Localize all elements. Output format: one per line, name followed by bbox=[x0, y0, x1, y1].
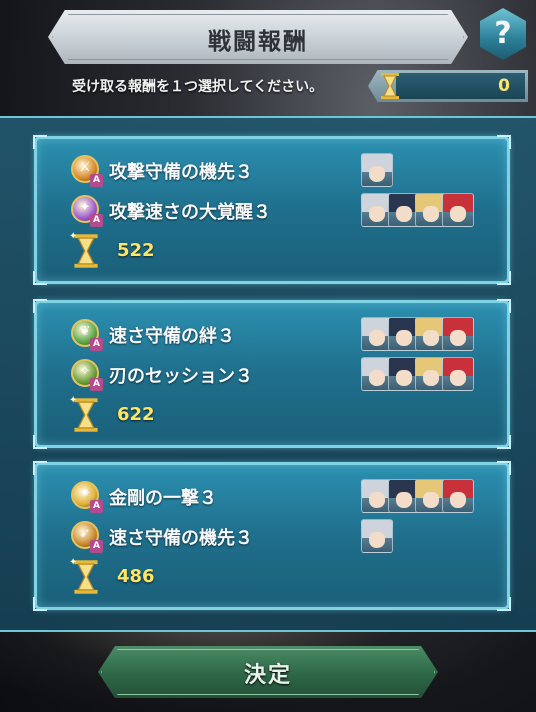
hero-portrait bbox=[442, 479, 474, 513]
skill-speed-defense-bond-icon: ❦ A bbox=[71, 319, 103, 351]
feather-reward: ✦ 486 bbox=[69, 557, 271, 595]
card-corner-ornament bbox=[497, 461, 511, 475]
hero-portrait bbox=[361, 519, 393, 553]
skill-name: 金剛の一撃３ bbox=[109, 488, 217, 509]
skill-slot-badge: A bbox=[90, 500, 103, 513]
skill-row: ➹ A 速さ守備の機先３ bbox=[71, 519, 491, 553]
help-button[interactable]: ? bbox=[480, 8, 526, 60]
counter-value: 0 bbox=[498, 76, 510, 96]
card-corner-ornament bbox=[497, 271, 511, 285]
skill-row: ⚔ A 攻撃守備の機先３ bbox=[71, 153, 491, 187]
card-corner-ornament bbox=[497, 299, 511, 313]
skill-armored-blow-icon: ✷ A bbox=[71, 481, 103, 513]
decide-label: 決定 bbox=[243, 663, 292, 688]
card-corner-ornament bbox=[497, 597, 511, 611]
feather-amount: 486 bbox=[117, 566, 155, 587]
feather-reward: ✦ 522 bbox=[69, 231, 271, 269]
card-corner-ornament bbox=[497, 135, 511, 149]
skill-attack-defense-icon: ⚔ A bbox=[71, 155, 103, 187]
hero-portrait bbox=[442, 317, 474, 351]
skill-attack-speed-awakening-icon: ✦ A bbox=[71, 195, 103, 227]
hero-portrait bbox=[442, 357, 474, 391]
skill-slot-badge: A bbox=[90, 338, 103, 351]
reward-card[interactable]: ✷ A 金剛の一撃３ ➹ A 速さ守備の機先３ ✦ 486 bbox=[33, 461, 511, 611]
help-icon: ? bbox=[494, 16, 512, 51]
sparkle-icon: ✦ bbox=[69, 231, 78, 242]
hourglass-icon: ✦ bbox=[69, 231, 99, 273]
card-corner-ornament bbox=[497, 435, 511, 449]
card-corner-ornament bbox=[33, 135, 47, 149]
skill-name: 攻撃速さの大覚醒３ bbox=[109, 202, 271, 223]
skill-name: 刃のセッション３ bbox=[109, 366, 253, 387]
skill-name: 速さ守備の絆３ bbox=[109, 326, 235, 347]
hourglass-icon: ✦ bbox=[69, 557, 99, 599]
skill-speed-defense-icon: ➹ A bbox=[71, 521, 103, 553]
card-corner-ornament bbox=[33, 435, 47, 449]
page-title: 戦闘報酬 bbox=[208, 29, 308, 55]
skill-row: ✧ A 刃のセッション３ bbox=[71, 357, 491, 391]
hourglass-icon bbox=[381, 73, 399, 99]
card-corner-ornament bbox=[33, 461, 47, 475]
sparkle-icon: ✦ bbox=[69, 557, 78, 568]
hourglass-icon: ✦ bbox=[69, 395, 99, 437]
skill-blade-session-icon: ✧ A bbox=[71, 359, 103, 391]
card-corner-ornament bbox=[33, 299, 47, 313]
skill-slot-badge: A bbox=[90, 378, 103, 391]
instruction-text: 受け取る報酬を１つ選択してください。 bbox=[72, 79, 324, 95]
skill-row: ❦ A 速さ守備の絆３ bbox=[71, 317, 491, 351]
reward-card[interactable]: ❦ A 速さ守備の絆３ ✧ A 刃のセッション３ ✦ 622 bbox=[33, 299, 511, 449]
hero-portrait bbox=[361, 153, 393, 187]
skill-slot-badge: A bbox=[90, 540, 103, 553]
card-corner-ornament bbox=[33, 271, 47, 285]
reward-card[interactable]: ⚔ A 攻撃守備の機先３ ✦ A 攻撃速さの大覚醒３ ✦ 522 bbox=[33, 135, 511, 285]
skill-row: ✷ A 金剛の一撃３ bbox=[71, 479, 491, 513]
feather-amount: 622 bbox=[117, 404, 155, 425]
hero-portrait bbox=[442, 193, 474, 227]
card-corner-ornament bbox=[33, 597, 47, 611]
title-banner: 戦闘報酬 bbox=[48, 10, 468, 64]
feather-counter: 0 bbox=[368, 70, 528, 102]
decide-button[interactable]: 決定 bbox=[98, 646, 438, 698]
skill-name: 攻撃守備の機先３ bbox=[109, 162, 253, 183]
feather-amount: 522 bbox=[117, 240, 155, 261]
skill-row: ✦ A 攻撃速さの大覚醒３ bbox=[71, 193, 491, 227]
sparkle-icon: ✦ bbox=[69, 395, 78, 406]
skill-slot-badge: A bbox=[90, 214, 103, 227]
skill-name: 速さ守備の機先３ bbox=[109, 528, 253, 549]
feather-reward: ✦ 622 bbox=[69, 395, 271, 433]
skill-slot-badge: A bbox=[90, 174, 103, 187]
